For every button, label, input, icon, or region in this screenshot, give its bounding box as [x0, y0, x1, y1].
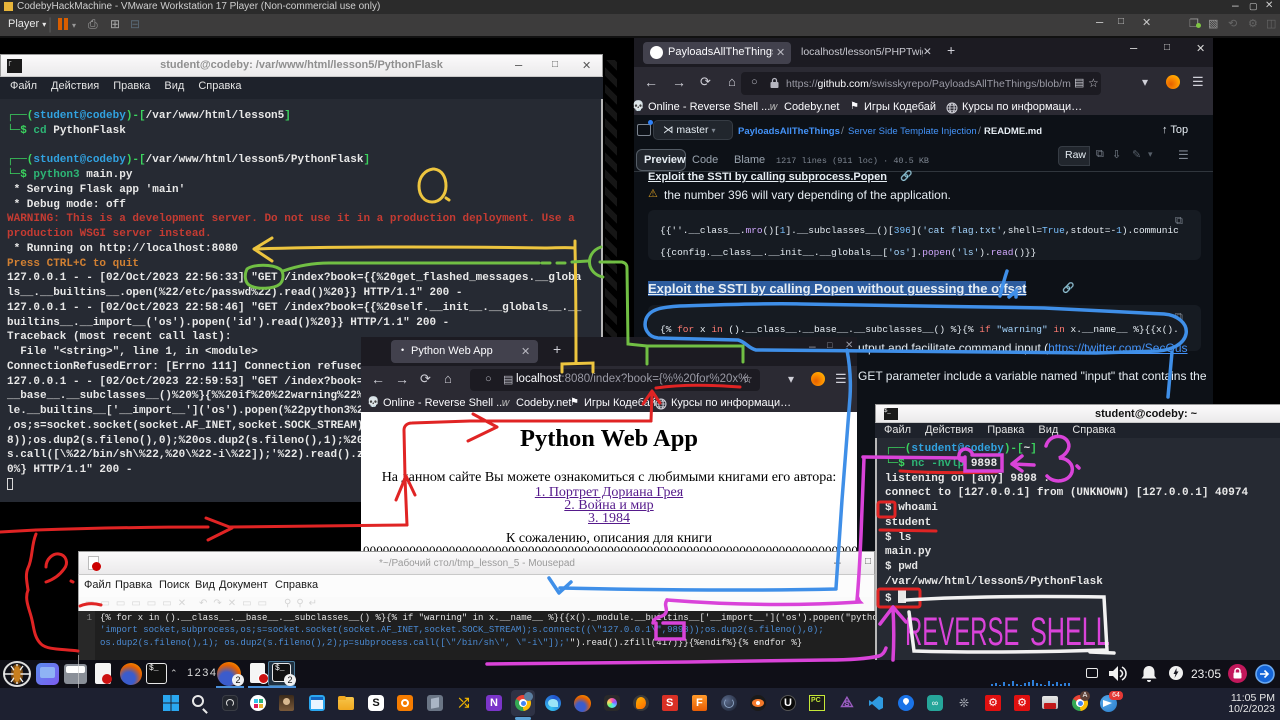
svg-text:SHELL: SHELL: [1030, 610, 1110, 654]
svg-text:REVERSE: REVERSE: [905, 609, 1019, 654]
